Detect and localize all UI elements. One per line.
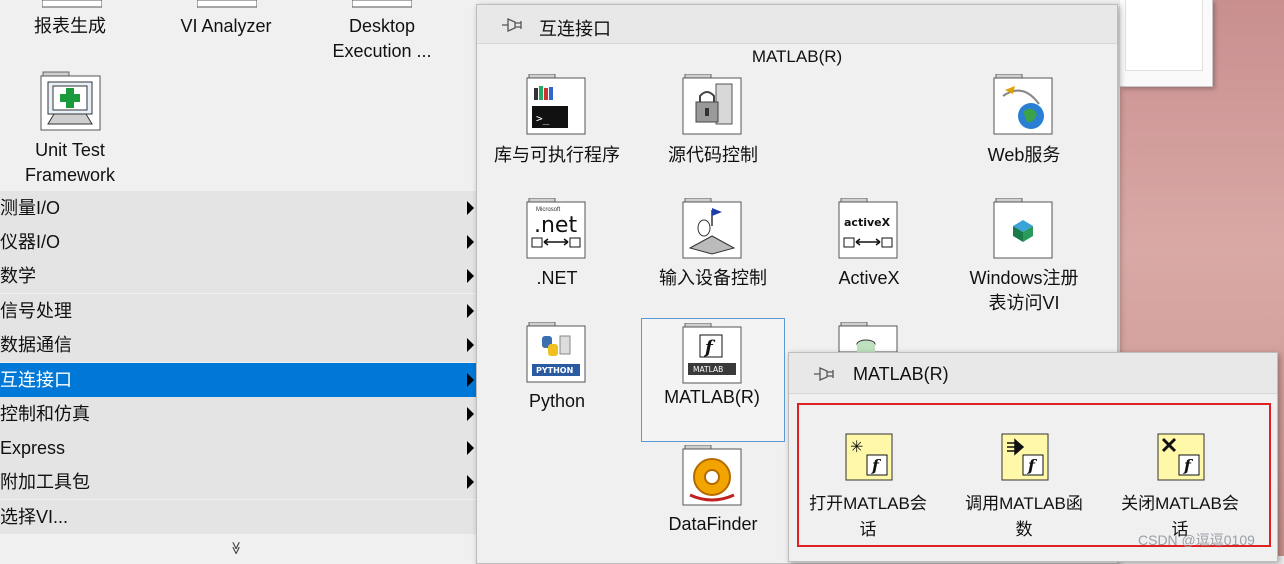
- menu-item-select-vi[interactable]: 选择VI...: [0, 500, 476, 534]
- menu-item-label: 测量I/O: [0, 198, 61, 218]
- menu-item-label: 数据通信: [0, 335, 72, 355]
- tile-label: .NET: [536, 268, 578, 288]
- functions-palette: 报表生成 VI Analyzer Desktop Execution ... U…: [0, 0, 476, 556]
- watermark: CSDN @逗逗0109: [1138, 532, 1255, 548]
- activex-icon[interactable]: activeX: [838, 198, 900, 260]
- tile-label-wrapper: MATLAB(R): [642, 385, 782, 410]
- menu-item-label: 附加工具包: [0, 472, 90, 492]
- submenu-arrow-icon: [467, 304, 474, 318]
- tile-open-matlab-session[interactable]: 打开MATLAB会 话: [793, 491, 943, 543]
- submenu-arrow-icon: [467, 441, 474, 455]
- open-matlab-session-icon[interactable]: ✳ f: [845, 433, 895, 483]
- menu-item-label: 仪器I/O: [0, 232, 61, 252]
- menu-item-label: 信号处理: [0, 301, 72, 321]
- datafinder-icon[interactable]: [682, 445, 744, 507]
- tile-label: Unit Test Framework: [24, 140, 115, 185]
- tile-label: 库与可执行程序: [494, 145, 620, 165]
- menu-item-signal-processing[interactable]: 信号处理: [0, 294, 476, 328]
- menu-item-instrument-io[interactable]: 仪器I/O: [0, 225, 476, 259]
- close-matlab-session-icon[interactable]: f: [1157, 433, 1207, 483]
- tile-python[interactable]: Python: [487, 389, 627, 414]
- tile-libraries-executables[interactable]: 库与可执行程序: [487, 143, 627, 168]
- menu-item-data-communication[interactable]: 数据通信: [0, 328, 476, 362]
- tile-matlab[interactable]: f MATLAB MATLAB(R): [641, 318, 785, 442]
- submenu-arrow-icon: [467, 475, 474, 489]
- dotnet-icon[interactable]: Microsoft .net: [526, 198, 588, 260]
- windows-registry-icon[interactable]: [993, 198, 1055, 260]
- matlab-label: MATLAB: [693, 365, 723, 374]
- menu-item-express[interactable]: Express: [0, 431, 476, 465]
- tile-unit-test-framework[interactable]: Unit Test Framework: [0, 138, 140, 188]
- palette-title: 互连接口: [539, 19, 611, 39]
- submenu-arrow-icon: [467, 201, 474, 215]
- palette-subtitle: MATLAB(R): [751, 47, 843, 66]
- tile-datafinder[interactable]: DataFinder: [643, 512, 783, 537]
- source-control-icon[interactable]: [682, 74, 744, 136]
- menu-item-measurement-io[interactable]: 测量I/O: [0, 191, 476, 225]
- desktop-execution-icon[interactable]: [352, 0, 412, 8]
- pin-icon[interactable]: [811, 364, 835, 384]
- tile-label: 报表生成: [34, 16, 106, 36]
- tile-label: Windows注册 表访问VI: [969, 268, 1079, 313]
- activex-logo-label: activeX: [844, 216, 891, 229]
- menu-item-label: 选择VI...: [0, 507, 69, 527]
- input-device-control-icon[interactable]: [682, 198, 744, 260]
- menu-item-label: 数学: [0, 266, 36, 286]
- palette-header: MATLAB(R): [789, 353, 1277, 394]
- tile-desktop-execution[interactable]: Desktop Execution ...: [312, 14, 452, 64]
- palette-title: MATLAB(R): [853, 364, 949, 384]
- menu-item-mathematics[interactable]: 数学: [0, 259, 476, 293]
- submenu-arrow-icon: [467, 269, 474, 283]
- tile-report-generation[interactable]: 报表生成: [0, 14, 140, 39]
- submenu-arrow-icon: [467, 373, 474, 387]
- tile-activex[interactable]: ActiveX: [799, 266, 939, 291]
- tile-dotnet[interactable]: .NET: [487, 266, 627, 291]
- call-matlab-function-icon[interactable]: f: [1001, 433, 1051, 483]
- tile-input-device-control[interactable]: 输入设备控制: [643, 266, 783, 291]
- tile-label: Python: [528, 391, 586, 411]
- menu-item-control-simulation[interactable]: 控制和仿真: [0, 397, 476, 431]
- tile-label: MATLAB(R): [664, 387, 760, 407]
- menu-item-label: Express: [0, 438, 66, 458]
- tile-windows-registry[interactable]: Windows注册 表访问VI: [954, 266, 1094, 316]
- tile-label: 调用MATLAB函 数: [965, 494, 1083, 539]
- menu-item-label: 互连接口: [0, 370, 72, 390]
- tile-vi-analyzer[interactable]: VI Analyzer: [156, 14, 296, 39]
- python-label: PYTHON: [536, 366, 573, 375]
- menu-item-connectivity[interactable]: 互连接口: [0, 363, 476, 397]
- unit-test-framework-icon[interactable]: [40, 70, 102, 132]
- tile-web-services[interactable]: Web服务: [954, 143, 1094, 168]
- submenu-arrow-icon: [467, 407, 474, 421]
- expand-more-icon[interactable]: ≫: [228, 541, 244, 555]
- svg-text:>_: >_: [536, 112, 550, 125]
- tile-label: Web服务: [987, 145, 1061, 165]
- menu-item-addons[interactable]: 附加工具包: [0, 465, 476, 499]
- tile-label: 源代码控制: [668, 145, 758, 165]
- tile-label: DataFinder: [668, 514, 758, 534]
- libraries-executables-icon[interactable]: >_: [526, 74, 588, 136]
- database-icon[interactable]: [838, 322, 900, 352]
- tile-source-control[interactable]: 源代码控制: [643, 143, 783, 168]
- report-generation-icon[interactable]: [42, 0, 102, 8]
- submenu-arrow-icon: [467, 338, 474, 352]
- web-services-icon[interactable]: [993, 74, 1055, 136]
- background-window-content: [1125, 0, 1203, 71]
- pin-icon[interactable]: [499, 15, 523, 35]
- python-icon[interactable]: PYTHON: [526, 322, 588, 384]
- matlab-icon: f MATLAB: [682, 323, 742, 384]
- tile-label: 输入设备控制: [659, 268, 767, 288]
- submenu-arrow-icon: [467, 235, 474, 249]
- tile-label: Desktop Execution ...: [332, 16, 432, 61]
- menu-item-label: 控制和仿真: [0, 404, 90, 424]
- vi-analyzer-icon[interactable]: [197, 0, 257, 8]
- tile-label: 打开MATLAB会 话: [809, 494, 927, 539]
- dotnet-big-label: .net: [534, 213, 577, 238]
- svg-text:✳: ✳: [850, 437, 863, 456]
- tile-call-matlab-function[interactable]: 调用MATLAB函 数: [949, 491, 1099, 543]
- palette-header: 互连接口: [477, 5, 1117, 44]
- tile-label: VI Analyzer: [180, 16, 272, 36]
- tile-label: ActiveX: [838, 268, 900, 288]
